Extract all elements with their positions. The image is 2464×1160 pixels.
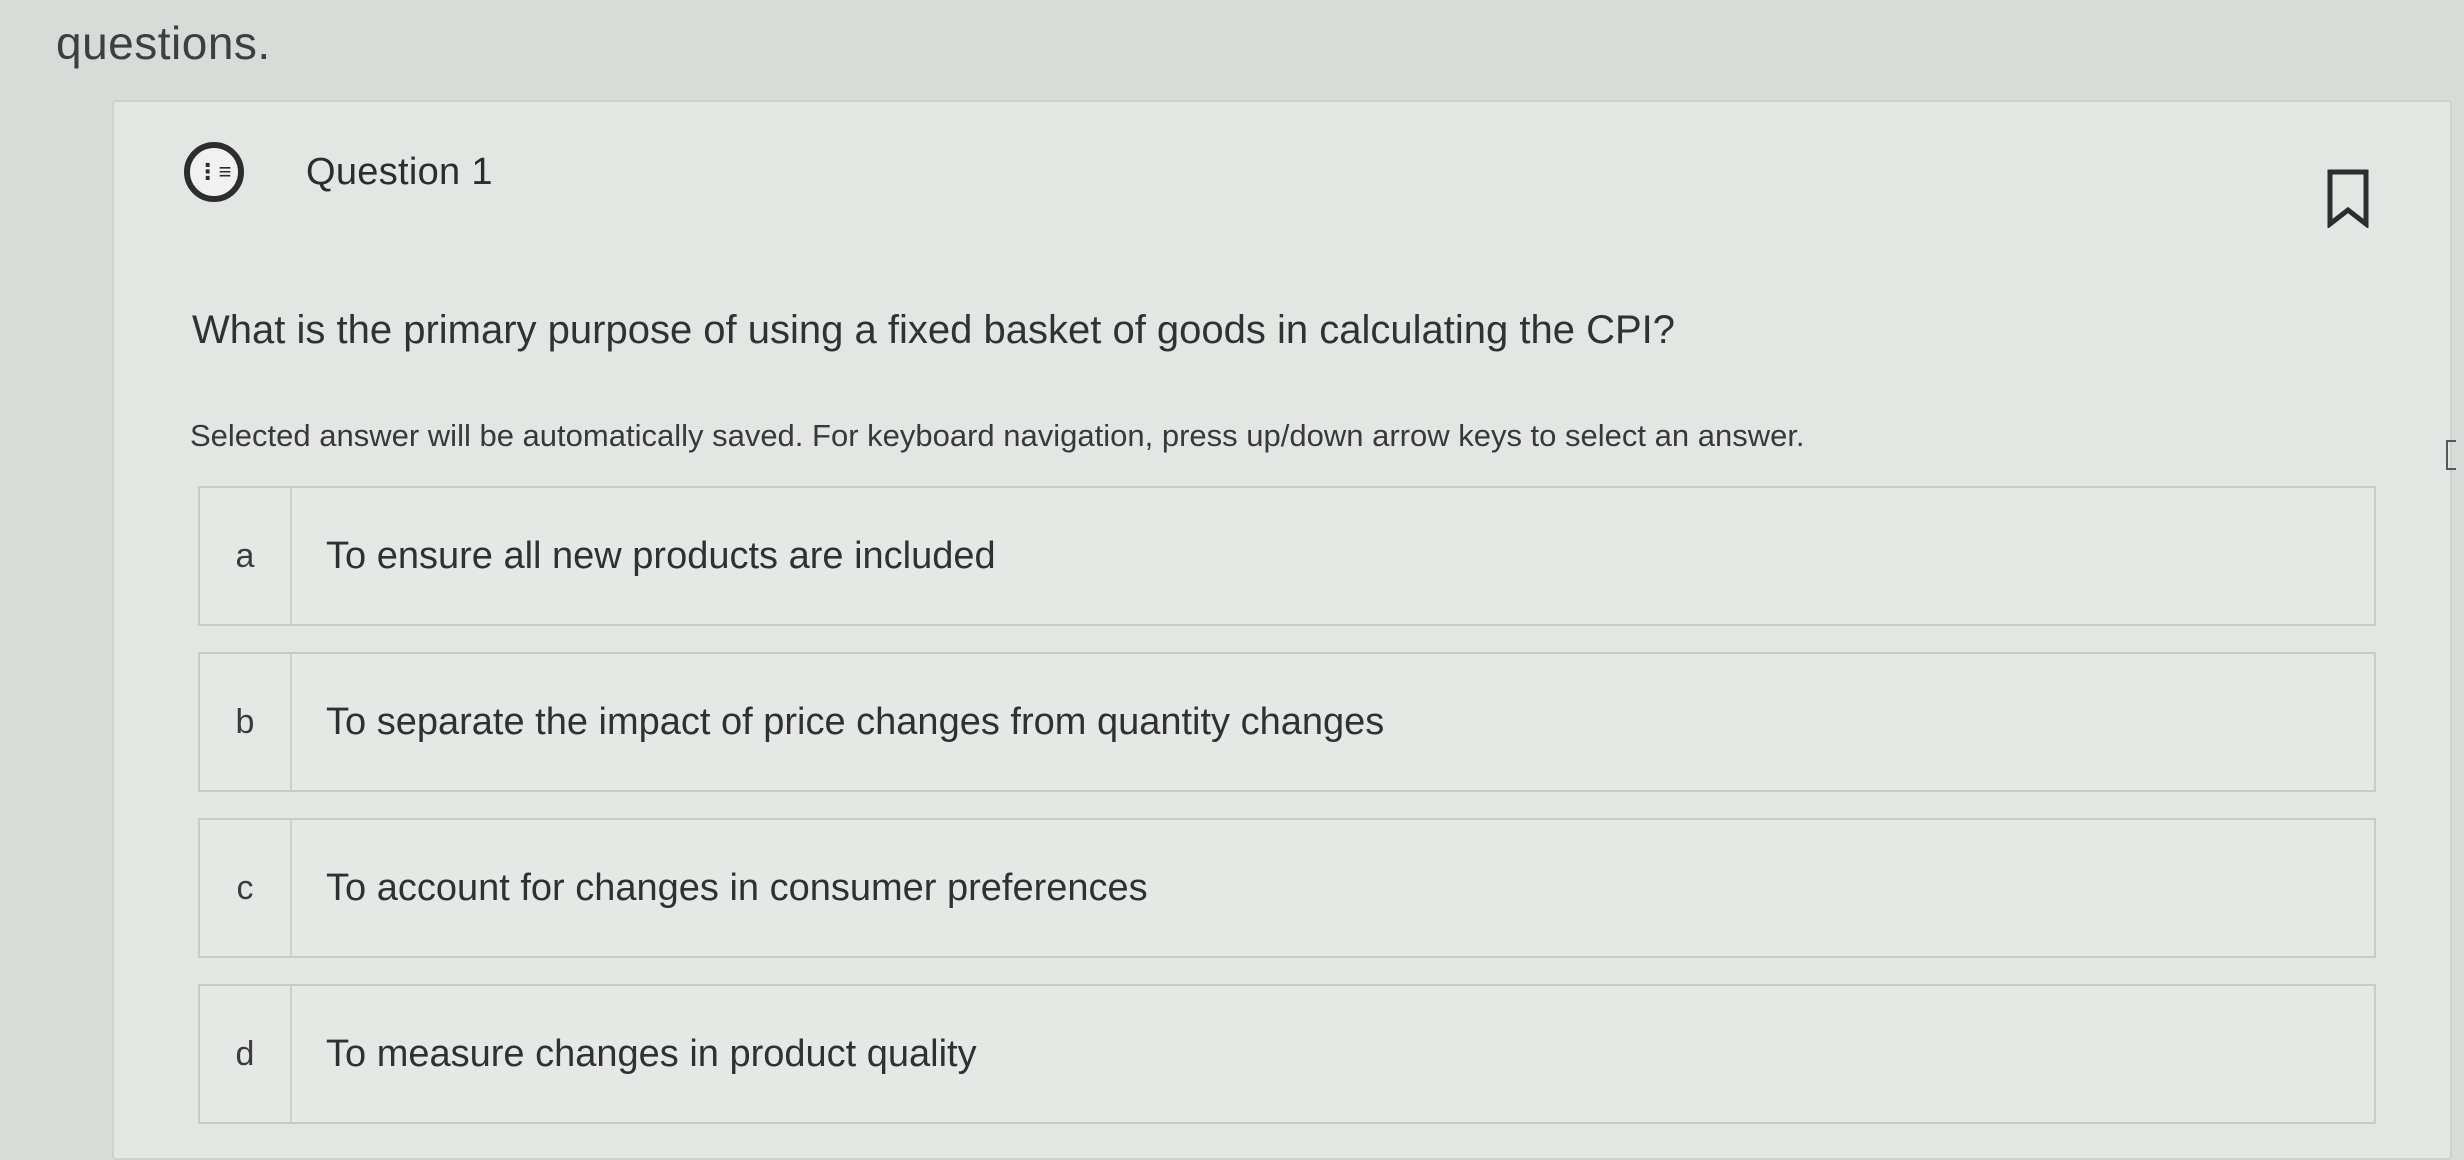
- option-text: To measure changes in product quality: [326, 1032, 977, 1075]
- bookmark-icon[interactable]: [2326, 168, 2370, 228]
- answer-option-b[interactable]: b To separate the impact of price change…: [198, 652, 2376, 792]
- option-text: To separate the impact of price changes …: [326, 700, 1385, 743]
- answer-option-c[interactable]: c To account for changes in consumer pre…: [198, 818, 2376, 958]
- question-text: What is the primary purpose of using a f…: [192, 308, 1676, 352]
- question-card: ⋮≡ Question 1 What is the primary purpos…: [112, 100, 2452, 1160]
- question-title: Question 1: [306, 150, 493, 193]
- question-header: ⋮≡ Question 1: [184, 142, 493, 202]
- option-text: To account for changes in consumer prefe…: [326, 866, 1148, 909]
- list-icon: ⋮≡: [184, 142, 244, 202]
- edge-bracket: [2446, 440, 2456, 470]
- answer-options: a To ensure all new products are include…: [198, 486, 2376, 1150]
- page-heading: questions.: [56, 17, 271, 69]
- option-text: To ensure all new products are included: [326, 534, 996, 577]
- option-letter: a: [200, 488, 292, 624]
- answer-option-a[interactable]: a To ensure all new products are include…: [198, 486, 2376, 626]
- answer-option-d[interactable]: d To measure changes in product quality: [198, 984, 2376, 1124]
- option-letter: d: [200, 986, 292, 1122]
- option-letter: b: [200, 654, 292, 790]
- question-instructions: Selected answer will be automatically sa…: [190, 418, 1805, 453]
- option-letter: c: [200, 820, 292, 956]
